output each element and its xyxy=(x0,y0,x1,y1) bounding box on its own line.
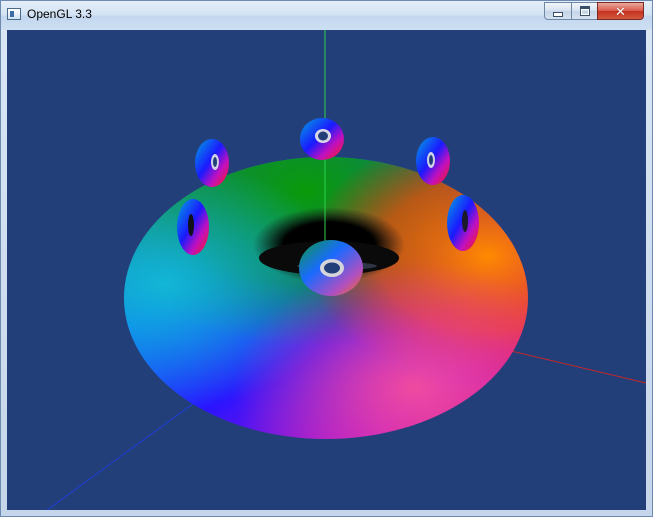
small-torus-left xyxy=(177,199,209,255)
small-torus-back-center xyxy=(300,118,344,160)
window-title: OpenGL 3.3 xyxy=(27,7,92,21)
opengl-viewport[interactable] xyxy=(7,30,646,510)
title-bar[interactable]: OpenGL 3.3 ✕ xyxy=(1,1,652,30)
close-icon: ✕ xyxy=(615,3,626,19)
small-torus-right xyxy=(447,195,479,251)
maximize-icon xyxy=(579,6,590,16)
small-torus-back-right xyxy=(416,137,450,185)
app-window-icon[interactable] xyxy=(7,8,21,20)
minimize-button[interactable] xyxy=(544,2,572,20)
close-button[interactable]: ✕ xyxy=(597,2,644,20)
application-window: OpenGL 3.3 ✕ xyxy=(0,0,653,517)
small-torus-back-left xyxy=(195,139,229,187)
maximize-button[interactable] xyxy=(571,2,598,20)
small-torus-front-center xyxy=(299,240,363,296)
minimize-icon xyxy=(553,11,563,17)
scene-canvas xyxy=(46,30,646,510)
